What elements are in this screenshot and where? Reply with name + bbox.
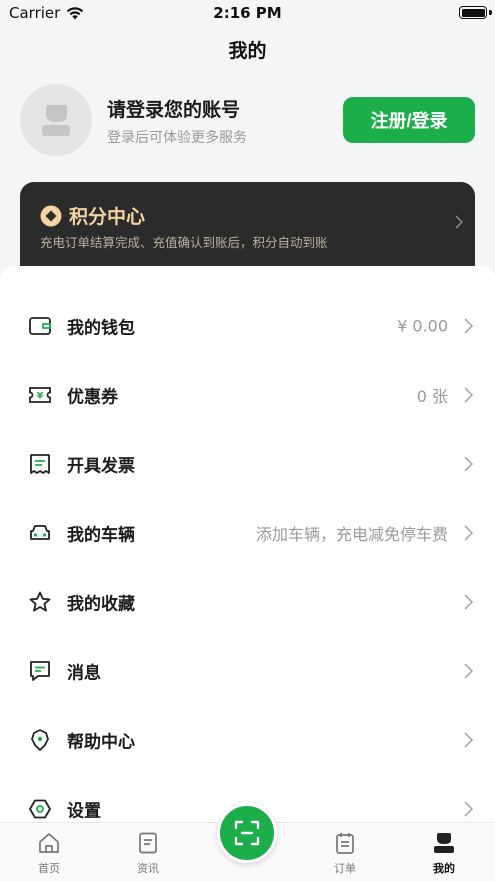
status-time: 2:16 PM — [213, 4, 282, 22]
tab-label: 我的 — [433, 862, 455, 875]
settings-icon — [29, 799, 51, 818]
help-icon — [31, 728, 49, 751]
scan-icon — [234, 820, 260, 846]
tab-profile[interactable]: 我的 — [414, 831, 474, 876]
tab-news[interactable]: 资讯 — [118, 831, 178, 876]
chevron-right-icon — [455, 215, 463, 229]
menu-item-vehicles[interactable]: 我的车辆 添加车辆，充电减免停车费 — [0, 498, 495, 567]
points-diamond-icon — [40, 205, 62, 226]
menu-item-help-center[interactable]: 帮助中心 — [0, 705, 495, 774]
car-icon — [30, 524, 50, 540]
login-prompt-title[interactable]: 请登录您的账号 — [107, 95, 240, 122]
wallet-icon — [29, 316, 51, 335]
home-icon — [39, 833, 59, 853]
menu-item-messages[interactable]: 消息 — [0, 636, 495, 705]
chevron-right-icon — [464, 524, 473, 541]
menu-item-label: 我的钱包 — [67, 318, 135, 338]
chevron-right-icon — [464, 317, 473, 334]
menu-item-label: 我的收藏 — [67, 594, 135, 614]
menu-item-invoice[interactable]: 开具发票 — [0, 429, 495, 498]
menu-item-label: 设置 — [67, 801, 101, 821]
chevron-right-icon — [464, 662, 473, 679]
user-placeholder-icon — [42, 105, 70, 136]
news-icon — [139, 832, 157, 854]
login-prompt-subtitle: 登录后可体验更多服务 — [107, 130, 247, 146]
menu-item-label: 我的车辆 — [67, 525, 135, 545]
page-title: 我的 — [228, 40, 267, 62]
menu-item-favorites[interactable]: 我的收藏 — [0, 567, 495, 636]
tab-label: 首页 — [38, 862, 60, 875]
vehicle-promo-text: 添加车辆，充电减免停车费 — [255, 524, 448, 544]
coupon-count: 0 张 — [416, 386, 448, 406]
profile-icon — [434, 833, 454, 853]
menu-item-coupons[interactable]: ¥ 优惠券 0 张 — [0, 360, 495, 429]
avatar[interactable] — [20, 84, 92, 156]
menu-item-label: 消息 — [67, 663, 101, 683]
tab-label: 订单 — [334, 862, 356, 875]
tab-label: 资讯 — [137, 862, 159, 875]
chevron-right-icon — [464, 800, 473, 817]
chevron-right-icon — [464, 731, 473, 748]
chevron-right-icon — [464, 593, 473, 610]
register-login-button[interactable]: 注册/登录 — [343, 97, 475, 143]
coupon-icon: ¥ — [29, 386, 51, 403]
chevron-right-icon — [464, 455, 473, 472]
battery-icon — [459, 6, 487, 19]
invoice-icon — [30, 453, 50, 474]
menu-item-label: 帮助中心 — [67, 732, 135, 752]
message-icon — [30, 660, 50, 681]
menu-list: 我的钱包 ¥ 0.00 ¥ 优惠券 0 张 开具发票 我的车辆 添加车辆，充电减… — [0, 266, 495, 881]
menu-item-label: 优惠券 — [67, 387, 118, 407]
status-bar: Carrier 2:16 PM — [0, 0, 495, 26]
points-title: 积分中心 — [69, 206, 146, 228]
points-description: 充电订单结算完成、充值确认到账后，积分自动到账 — [40, 235, 328, 250]
chevron-right-icon — [464, 386, 473, 403]
scan-button[interactable] — [217, 803, 277, 863]
tab-orders[interactable]: 订单 — [315, 831, 375, 876]
menu-item-wallet[interactable]: 我的钱包 ¥ 0.00 — [0, 291, 495, 360]
menu-item-label: 开具发票 — [67, 456, 135, 476]
star-icon — [29, 591, 51, 611]
orders-icon — [336, 833, 354, 854]
wallet-balance: ¥ 0.00 — [397, 316, 448, 335]
svg-text:¥: ¥ — [37, 391, 44, 401]
tab-home[interactable]: 首页 — [19, 831, 79, 876]
